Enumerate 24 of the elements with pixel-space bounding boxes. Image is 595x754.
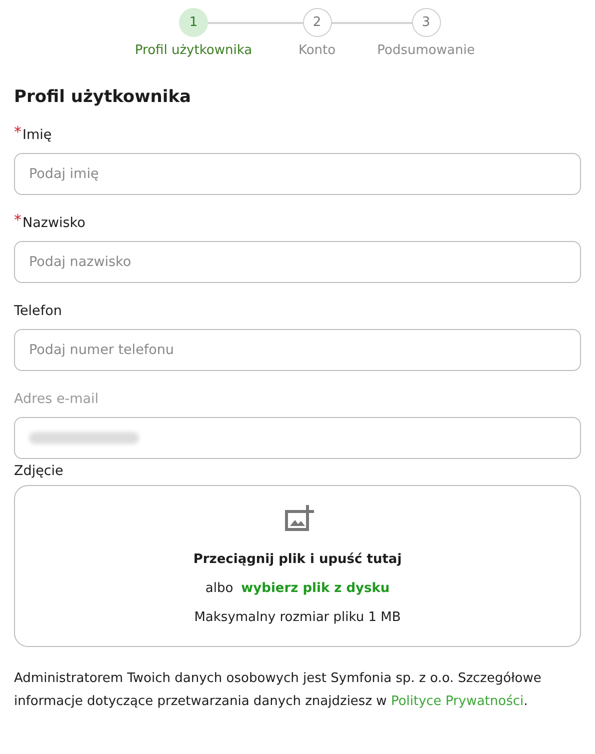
step-circle[interactable]: 3 [412, 8, 440, 37]
choose-file-link[interactable]: wybierz plik z dysku [241, 581, 390, 596]
field-label: Telefon [14, 303, 62, 319]
privacy-policy-link[interactable]: Polityce Prywatności [390, 694, 524, 709]
input-field[interactable]: Podaj imię [14, 153, 581, 195]
field-label: Imię [22, 127, 52, 143]
step-label: Konto [298, 43, 336, 58]
input-field[interactable]: Podaj nazwisko [14, 241, 581, 283]
or-text: albo [205, 581, 234, 596]
required-mark: * [14, 215, 22, 225]
step-circle[interactable]: 1 [179, 8, 208, 37]
required-mark: * [14, 127, 22, 137]
field-label: Zdjęcie [14, 463, 64, 479]
size-limit-text: Maksymalny rozmiar pliku 1 MB [194, 610, 401, 625]
field-label: Adres e-mail [14, 391, 99, 407]
drop-zone[interactable]: Przeciągnij plik i upuść tutaj albo wybierz plik z dysku Maksymalny rozmiar pliku 1 MB [14, 485, 581, 647]
field-label: Nazwisko [22, 215, 86, 231]
step-circle[interactable]: 2 [302, 8, 332, 37]
section-title: Profil użytkownika [14, 87, 192, 107]
input-field[interactable]: Podaj numer telefonu [14, 329, 581, 371]
step-label: Podsumowanie [377, 43, 475, 58]
step-label: Profil użytkownika [134, 43, 252, 58]
privacy-notice: Administratorem Twoich danych osobowych jest Symfonia sp. z o.o. Szczegółowe informacje dotyczące przetwarzania danych znajdziesz w Polityce Prywatności. [14, 670, 542, 711]
drop-title: Przeciągnij plik i upuść tutaj [193, 552, 402, 567]
